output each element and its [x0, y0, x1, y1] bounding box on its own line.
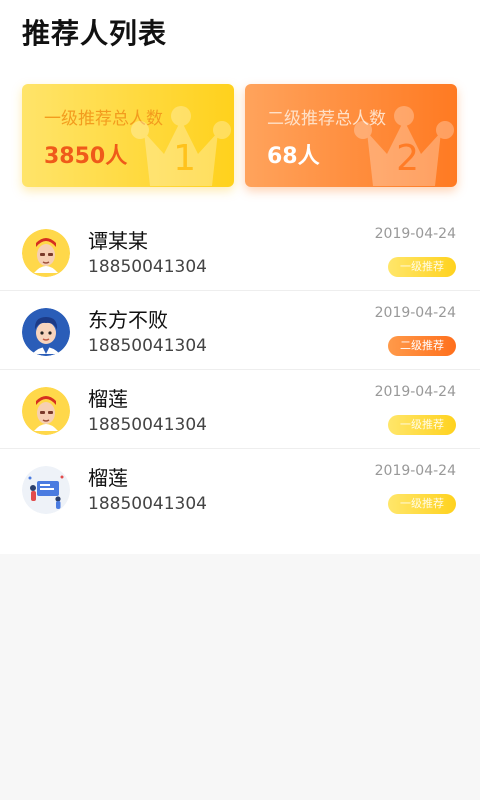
- list-item[interactable]: 东方不败 18850041304 2019-04-24 二级推荐: [0, 291, 480, 370]
- avatar: [22, 466, 70, 514]
- referrer-date: 2019-04-24: [374, 384, 456, 400]
- level1-summary-card[interactable]: 一级推荐总人数 3850人 1: [22, 84, 234, 187]
- referrer-phone: 18850041304: [88, 336, 207, 356]
- level1-badge: 一级推荐: [388, 257, 456, 277]
- page-title: 推荐人列表: [22, 17, 168, 50]
- level2-badge: 二级推荐: [388, 336, 456, 356]
- referrer-phone: 18850041304: [88, 257, 207, 277]
- level1-badge: 一级推荐: [388, 415, 456, 435]
- crown-number: 2: [396, 138, 419, 179]
- referrer-name: 谭某某: [88, 229, 148, 253]
- level2-summary-value: 68人: [267, 144, 320, 169]
- referrer-date: 2019-04-24: [374, 463, 456, 479]
- list-item[interactable]: 榴莲 18850041304 2019-04-24 一级推荐: [0, 449, 480, 527]
- referrer-phone: 18850041304: [88, 494, 207, 514]
- people-illustration-avatar-icon: [22, 466, 70, 514]
- referrer-name: 榴莲: [88, 466, 128, 490]
- crown-number: 1: [173, 138, 196, 179]
- avatar: [22, 308, 70, 356]
- referrer-phone: 18850041304: [88, 415, 207, 435]
- level1-summary-value: 3850人: [44, 144, 128, 169]
- referrer-date: 2019-04-24: [374, 305, 456, 321]
- referrer-list: 谭某某 18850041304 2019-04-24 一级推荐 东方不败 188…: [0, 212, 480, 527]
- level1-badge: 一级推荐: [388, 494, 456, 514]
- cartoon-boy-avatar-icon: [22, 308, 70, 356]
- avatar: [22, 229, 70, 277]
- avatar: [22, 387, 70, 435]
- level2-summary-card[interactable]: 二级推荐总人数 68人 2: [245, 84, 457, 187]
- cartoon-man-avatar-icon: [22, 387, 70, 435]
- referrer-name: 东方不败: [88, 308, 168, 332]
- referrer-date: 2019-04-24: [374, 226, 456, 242]
- list-item[interactable]: 榴莲 18850041304 2019-04-24 一级推荐: [0, 370, 480, 449]
- referrer-name: 榴莲: [88, 387, 128, 411]
- cartoon-man-avatar-icon: [22, 229, 70, 277]
- list-item[interactable]: 谭某某 18850041304 2019-04-24 一级推荐: [0, 212, 480, 291]
